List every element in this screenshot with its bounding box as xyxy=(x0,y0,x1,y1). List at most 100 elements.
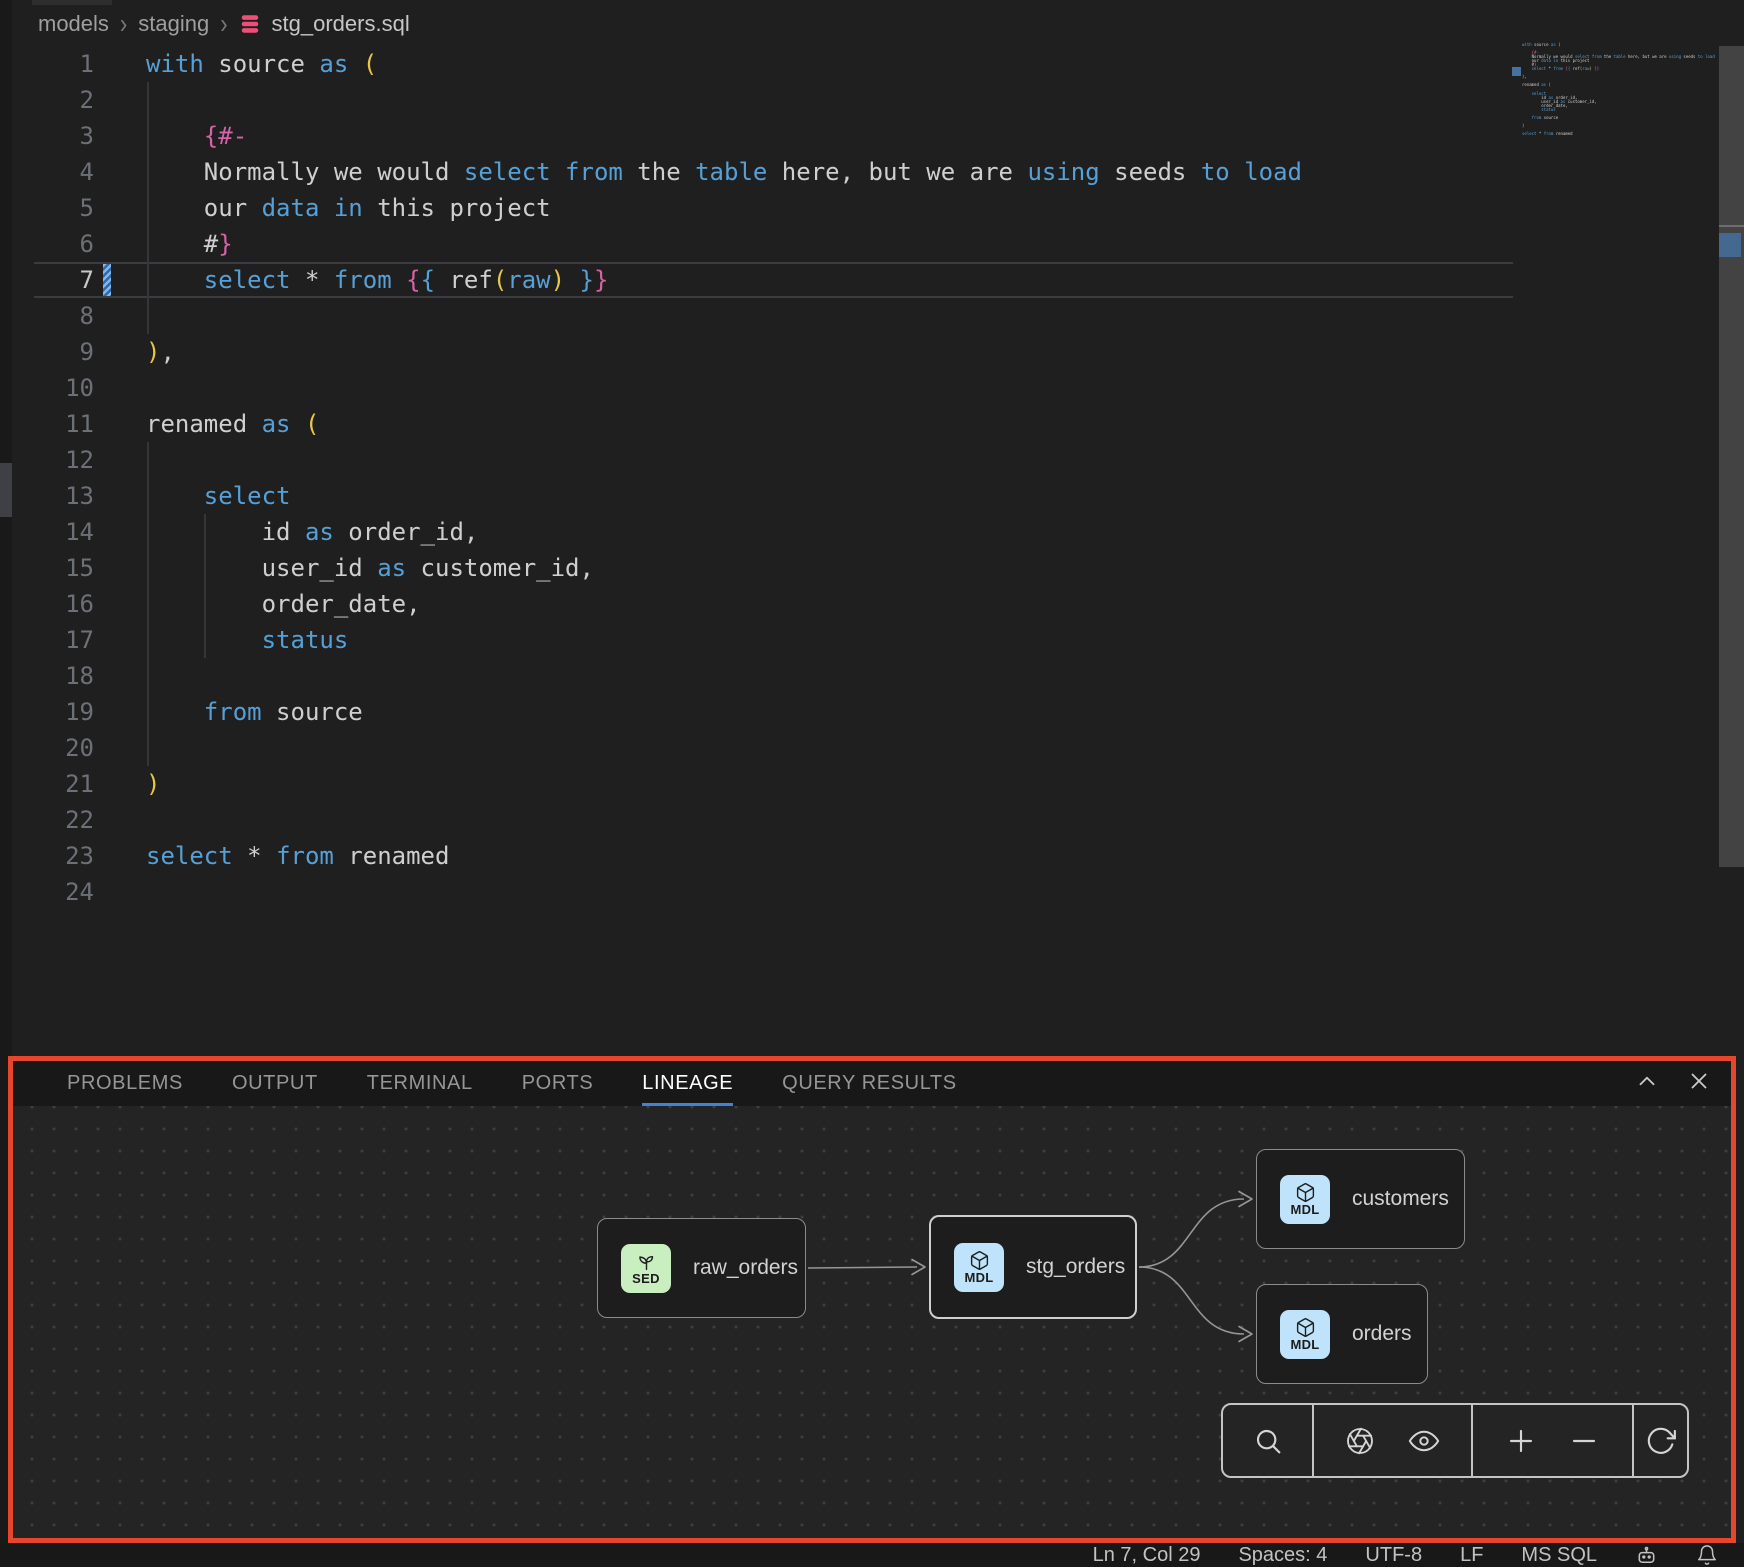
search-button[interactable] xyxy=(1252,1425,1284,1457)
line-number: 17 xyxy=(34,622,94,658)
zoom-out-button[interactable] xyxy=(1568,1425,1600,1457)
tab-output[interactable]: OUTPUT xyxy=(232,1061,318,1106)
seedling-icon: SED xyxy=(621,1244,671,1293)
tab-lineage[interactable]: LINEAGE xyxy=(642,1061,733,1106)
code-line[interactable]: 22 xyxy=(34,802,1513,838)
line-number: 21 xyxy=(34,766,94,802)
status-eol[interactable]: LF xyxy=(1460,1544,1483,1567)
copilot-icon[interactable] xyxy=(1635,1544,1658,1567)
code-line[interactable]: 18 xyxy=(34,658,1513,694)
tab-query-results[interactable]: QUERY RESULTS xyxy=(782,1061,957,1106)
code-line[interactable]: 23select * from renamed xyxy=(34,838,1513,874)
code-line[interactable]: 10 xyxy=(34,370,1513,406)
code-line[interactable]: 5 our data in this project xyxy=(34,190,1513,226)
line-number: 19 xyxy=(34,694,94,730)
status-cursor-position[interactable]: Ln 7, Col 29 xyxy=(1093,1544,1201,1567)
tab-problems[interactable]: PROBLEMS xyxy=(67,1061,183,1106)
edge-arrowhead xyxy=(912,1260,925,1275)
visibility-button[interactable] xyxy=(1407,1424,1441,1458)
tab-ports[interactable]: PORTS xyxy=(522,1061,594,1106)
minimap-line xyxy=(1522,136,1692,140)
tab-terminal[interactable]: TERMINAL xyxy=(367,1061,473,1106)
search-icon xyxy=(1252,1425,1284,1457)
lineage-toolbar xyxy=(1221,1403,1689,1478)
status-indentation[interactable]: Spaces: 4 xyxy=(1238,1544,1327,1567)
lineage-node-stg_orders[interactable]: MDLstg_orders xyxy=(929,1215,1137,1319)
line-number: 6 xyxy=(34,226,94,262)
scrollbar[interactable] xyxy=(1719,46,1744,867)
cube-icon: MDL xyxy=(1280,1310,1330,1359)
code-text: status xyxy=(146,622,348,658)
plus-icon xyxy=(1505,1425,1537,1457)
code-editor[interactable]: 1with source as (23 {#-4 Normally we wou… xyxy=(34,46,1513,910)
line-number: 7 xyxy=(34,264,94,296)
status-encoding[interactable]: UTF-8 xyxy=(1365,1544,1422,1567)
gutter xyxy=(94,118,146,154)
panel-maximize-button[interactable] xyxy=(1634,1068,1660,1094)
minimap[interactable]: with source as ( {#- Normally we would s… xyxy=(1522,43,1692,140)
snapshot-button[interactable] xyxy=(1344,1425,1376,1457)
code-line[interactable]: 4 Normally we would select from the tabl… xyxy=(34,154,1513,190)
node-label: orders xyxy=(1352,1322,1412,1346)
chevron-right-icon: › xyxy=(220,8,227,41)
tab-strip-fragment xyxy=(32,0,112,5)
node-label: stg_orders xyxy=(1026,1255,1125,1279)
code-line[interactable]: 20 xyxy=(34,730,1513,766)
indent-guide xyxy=(147,82,149,334)
lineage-node-orders[interactable]: MDL orders xyxy=(1256,1284,1428,1384)
code-line[interactable]: 14 id as order_id, xyxy=(34,514,1513,550)
minimap-modified-marker xyxy=(1512,67,1521,76)
line-number: 8 xyxy=(34,298,94,334)
refresh-icon xyxy=(1645,1425,1677,1457)
code-line[interactable]: 8 xyxy=(34,298,1513,334)
line-number: 13 xyxy=(34,478,94,514)
code-line[interactable]: 19 from source xyxy=(34,694,1513,730)
lineage-node-customers[interactable]: MDLcustomers xyxy=(1256,1149,1465,1249)
gutter xyxy=(94,766,146,802)
gutter xyxy=(94,838,146,874)
gutter xyxy=(94,730,146,766)
code-line[interactable]: 7 select * from {{ ref(raw) }} xyxy=(34,262,1513,298)
code-line[interactable]: 17 status xyxy=(34,622,1513,658)
node-badge-label: MDL xyxy=(1290,1338,1319,1351)
line-number: 4 xyxy=(34,154,94,190)
breadcrumb: models › staging › stg_orders.sql xyxy=(38,8,410,40)
code-line[interactable]: 3 {#- xyxy=(34,118,1513,154)
left-scrollbar-fragment[interactable] xyxy=(0,463,12,517)
code-line[interactable]: 13 select xyxy=(34,478,1513,514)
breadcrumb-item-staging[interactable]: staging xyxy=(138,11,209,37)
code-line[interactable]: 6 #} xyxy=(34,226,1513,262)
lineage-canvas[interactable]: SEDraw_ordersMDLstg_ordersMDLcustomersMD… xyxy=(13,1106,1731,1538)
code-line[interactable]: 16 order_date, xyxy=(34,586,1513,622)
lineage-node-raw_orders[interactable]: SEDraw_orders xyxy=(597,1218,806,1318)
code-line[interactable]: 11renamed as ( xyxy=(34,406,1513,442)
gutter xyxy=(94,334,146,370)
line-number: 20 xyxy=(34,730,94,766)
gutter xyxy=(94,226,146,262)
zoom-in-button[interactable] xyxy=(1505,1425,1537,1457)
notifications-bell-icon[interactable] xyxy=(1696,1544,1718,1566)
eye-icon xyxy=(1407,1424,1441,1458)
status-language-mode[interactable]: MS SQL xyxy=(1521,1544,1597,1567)
refresh-button[interactable] xyxy=(1645,1425,1677,1457)
code-text: our data in this project xyxy=(146,190,551,226)
code-line[interactable]: 12 xyxy=(34,442,1513,478)
code-line[interactable]: 15 user_id as customer_id, xyxy=(34,550,1513,586)
status-bar: Ln 7, Col 29 Spaces: 4 UTF-8 LF MS SQL xyxy=(0,1543,1744,1567)
breadcrumb-file-name[interactable]: stg_orders.sql xyxy=(272,11,410,37)
code-line[interactable]: 24 xyxy=(34,874,1513,910)
cube-icon: MDL xyxy=(1280,1175,1330,1224)
code-line[interactable]: 9), xyxy=(34,334,1513,370)
edge-arrowhead xyxy=(1239,1192,1252,1207)
code-line[interactable]: 21) xyxy=(34,766,1513,802)
line-number: 11 xyxy=(34,406,94,442)
code-line[interactable]: 2 xyxy=(34,82,1513,118)
line-number: 23 xyxy=(34,838,94,874)
code-line[interactable]: 1with source as ( xyxy=(34,46,1513,82)
code-text: #} xyxy=(146,226,233,262)
edge xyxy=(1139,1199,1244,1267)
panel-close-button[interactable] xyxy=(1686,1068,1712,1094)
code-text: user_id as customer_id, xyxy=(146,550,594,586)
breadcrumb-item-models[interactable]: models xyxy=(38,11,109,37)
minus-icon xyxy=(1568,1425,1600,1457)
